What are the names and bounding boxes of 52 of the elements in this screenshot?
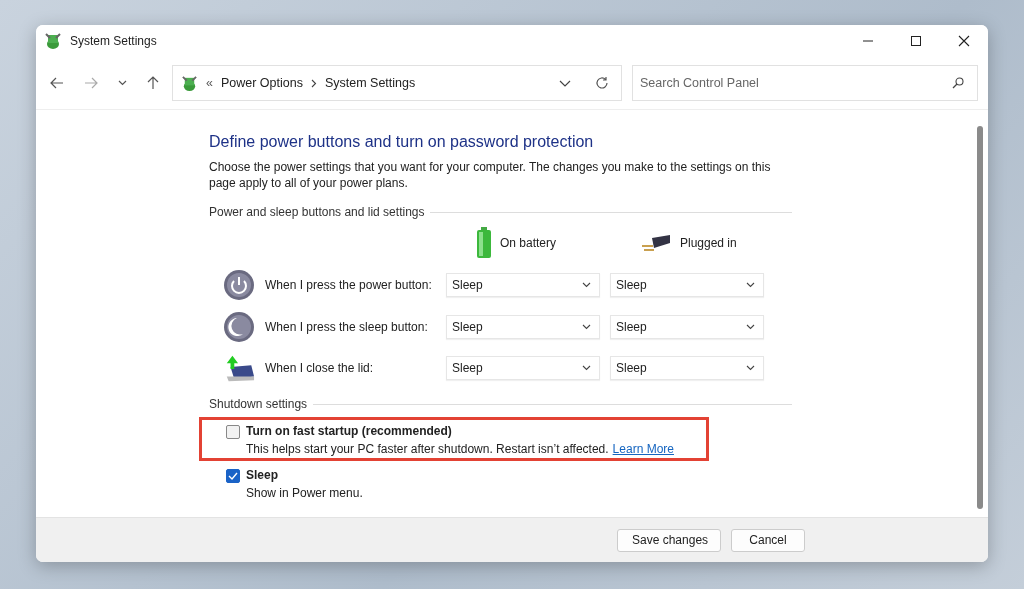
refresh-icon[interactable] (595, 76, 609, 90)
dropdown[interactable]: Sleep (610, 273, 764, 297)
checkbox[interactable] (226, 425, 240, 439)
breadcrumb-item[interactable]: Power Options (220, 76, 303, 90)
back-arrow-icon[interactable] (50, 77, 64, 89)
section-title: Shutdown settings (209, 397, 308, 411)
page-description: Choose the power settings that you want for your computer. The changes you make to the settings on this page apply to all of your power plans. (209, 159, 772, 191)
dialog-button[interactable]: Cancel (731, 528, 805, 552)
learn-more-link[interactable]: Learn More (612, 442, 674, 456)
checkbox[interactable] (226, 469, 240, 483)
setting-label: When I press the sleep button: (265, 320, 429, 334)
maximize-icon[interactable] (910, 35, 922, 47)
address-bar[interactable]: « Power Options System Settings (172, 65, 622, 101)
column-header: On battery (500, 236, 557, 250)
chevron-down-icon (746, 324, 755, 330)
search-field[interactable]: Search Control Panel (632, 65, 978, 101)
option-description: Show in Power menu. (246, 486, 363, 500)
window-title: System Settings (70, 34, 157, 48)
page-heading: Define power buttons and turn on password protection (209, 133, 595, 151)
option-label: Turn on fast startup (recommended) (246, 424, 453, 438)
search-icon (952, 77, 964, 89)
chevron-down-icon (582, 365, 591, 371)
option-description: This helps start your PC faster after shutdown. Restart isn’t affected. (246, 442, 609, 456)
chevron-down-icon[interactable] (559, 79, 571, 87)
power-options-icon (44, 32, 62, 50)
breadcrumb-item[interactable]: System Settings (324, 76, 416, 90)
power-options-icon (181, 74, 198, 92)
dialog-button[interactable]: Save changes (617, 528, 721, 552)
scrollbar[interactable] (977, 126, 983, 509)
option-label: Sleep (246, 468, 279, 482)
section-title: Power and sleep buttons and lid settings (209, 205, 425, 219)
setting-label: When I press the power button: (265, 278, 433, 292)
chevron-down-icon[interactable] (118, 80, 127, 86)
power-icon (223, 269, 255, 301)
moon-icon (223, 311, 255, 343)
close-icon[interactable] (958, 35, 970, 47)
setting-label: When I close the lid: (265, 361, 375, 375)
battery-icon (476, 227, 492, 259)
overflow-mark[interactable]: « (206, 76, 213, 90)
dropdown[interactable]: Sleep (610, 315, 764, 339)
dropdown[interactable]: Sleep (446, 273, 600, 297)
up-arrow-icon[interactable] (147, 76, 159, 90)
dropdown[interactable]: Sleep (446, 356, 600, 380)
chevron-down-icon (746, 282, 755, 288)
chevron-down-icon (582, 282, 591, 288)
chevron-right-icon (310, 78, 317, 88)
plug-icon (640, 234, 672, 252)
dropdown[interactable]: Sleep (446, 315, 600, 339)
chevron-down-icon (582, 324, 591, 330)
chevron-down-icon (746, 365, 755, 371)
column-header: Plugged in (680, 236, 737, 250)
dropdown[interactable]: Sleep (610, 356, 764, 380)
